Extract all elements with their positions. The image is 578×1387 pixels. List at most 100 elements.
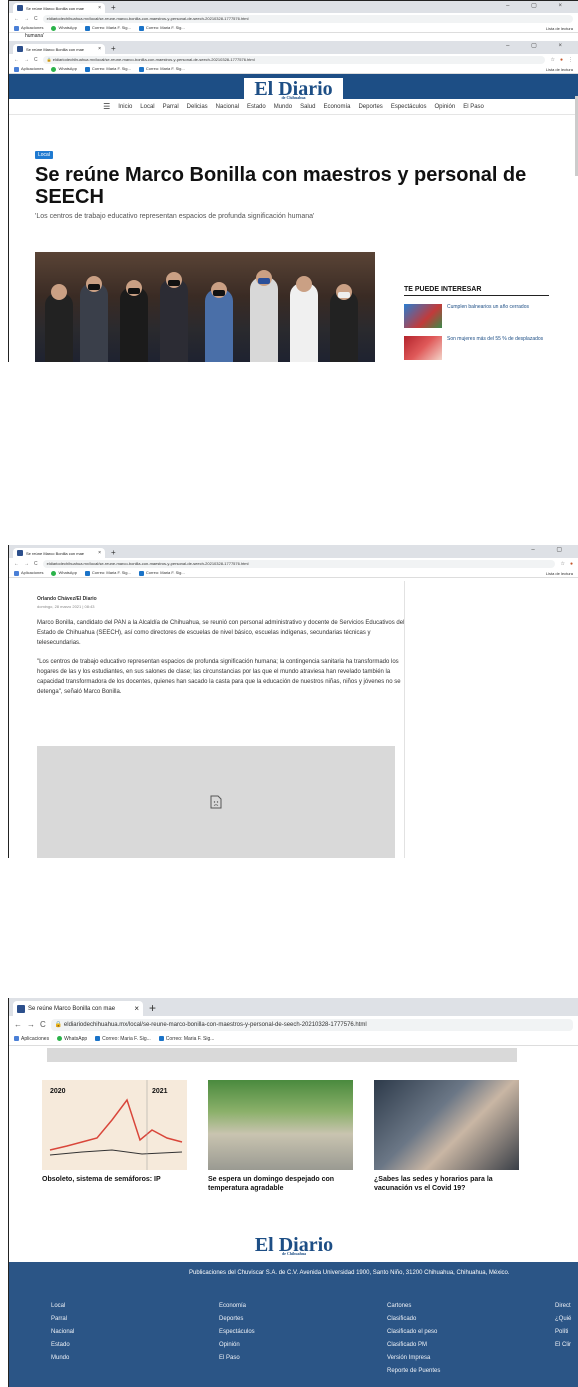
- reading-list[interactable]: Lista de lectura: [546, 26, 573, 31]
- reload-icon[interactable]: C: [34, 561, 38, 567]
- back-icon[interactable]: ←: [14, 1020, 22, 1029]
- footer-link[interactable]: Opinión: [219, 1339, 387, 1352]
- nav-nacional[interactable]: Nacional: [216, 104, 239, 110]
- back-icon[interactable]: ←: [14, 561, 19, 567]
- bookmark-whatsapp[interactable]: WhatsApp: [51, 25, 77, 31]
- nav-opinion[interactable]: Opinión: [435, 104, 456, 110]
- reload-icon[interactable]: C: [34, 57, 38, 63]
- bookmark-mail-1[interactable]: Correo: Maria F. Sig...: [84, 66, 131, 72]
- sidebar-item[interactable]: Cumplen balnearios un año cerrados: [404, 304, 549, 328]
- footer-link[interactable]: Reporte de Puentes: [387, 1365, 555, 1378]
- browser-tab[interactable]: Se reúne Marco Bonilla con mae ×: [13, 44, 105, 54]
- close-tab-icon[interactable]: ×: [98, 550, 101, 556]
- new-tab-icon[interactable]: +: [149, 1001, 156, 1016]
- window-controls[interactable]: – ▢ ×: [506, 42, 572, 49]
- nav-delicias[interactable]: Delicias: [187, 104, 208, 110]
- url-bar[interactable]: 🔒 eldiariodechihuahua.mx/local/se-reune-…: [50, 1018, 573, 1031]
- forward-icon[interactable]: →: [24, 16, 29, 22]
- nav-estado[interactable]: Estado: [247, 104, 266, 110]
- back-icon[interactable]: ←: [14, 57, 19, 63]
- nav-espectaculos[interactable]: Espectáculos: [391, 104, 427, 110]
- related-thumbnail-photo[interactable]: [208, 1080, 353, 1170]
- bookmark-mail-1[interactable]: Correo: Maria F. Sig...: [84, 570, 131, 576]
- bookmark-whatsapp[interactable]: WhatsApp: [51, 570, 77, 576]
- footer-logo[interactable]: El Diario de Chihuahua: [244, 1234, 344, 1262]
- browser-tab[interactable]: Se reúne Marco Bonilla con mae ×: [13, 3, 105, 13]
- footer-link[interactable]: Mundo: [51, 1352, 219, 1365]
- footer-link[interactable]: Clasificado PM: [387, 1339, 555, 1352]
- related-title[interactable]: ¿Sabes las sedes y horarios para la vacu…: [374, 1175, 519, 1193]
- star-icon[interactable]: ☆: [560, 561, 564, 567]
- related-card[interactable]: ¿Sabes las sedes y horarios para la vacu…: [374, 1080, 519, 1193]
- forward-icon[interactable]: →: [24, 57, 29, 63]
- footer-link[interactable]: Políti: [555, 1326, 578, 1339]
- menu-icon[interactable]: ⋮: [568, 57, 573, 63]
- media-placeholder[interactable]: [37, 746, 395, 858]
- bookmark-apps[interactable]: Aplicaciones: [14, 25, 43, 31]
- site-logo[interactable]: El Diario de Chihuahua: [244, 78, 343, 100]
- footer-link[interactable]: Economía: [219, 1300, 387, 1313]
- forward-icon[interactable]: →: [24, 561, 29, 567]
- footer-link[interactable]: Clasificado el peso: [387, 1326, 555, 1339]
- bookmark-mail-2[interactable]: Correo: Maria F. Sig...: [138, 66, 185, 72]
- footer-link[interactable]: El Clir: [555, 1339, 578, 1352]
- sidebar-item-title[interactable]: Cumplen balnearios un año cerrados: [447, 304, 529, 328]
- sidebar-item-title[interactable]: Son mujeres más del 55 % de desplazados: [447, 336, 543, 360]
- bookmark-apps[interactable]: Aplicaciones: [14, 570, 43, 576]
- star-icon[interactable]: ☆: [550, 57, 554, 63]
- browser-tab[interactable]: Se reúne Marco Bonilla con mae ×: [13, 548, 105, 558]
- nav-inicio[interactable]: Inicio: [118, 104, 132, 110]
- url-bar[interactable]: eldiariodechihuahua.mx/local/se-reune-ma…: [42, 14, 573, 23]
- new-tab-icon[interactable]: +: [111, 3, 116, 13]
- footer-link[interactable]: Espectáculos: [219, 1326, 387, 1339]
- close-tab-icon[interactable]: ×: [98, 5, 101, 11]
- related-thumbnail-chart[interactable]: 2020 2021: [42, 1080, 187, 1170]
- bookmark-mail-2[interactable]: Correo: Maria F. Sig...: [158, 1036, 214, 1042]
- bookmark-apps[interactable]: Aplicaciones: [14, 1036, 49, 1042]
- browser-tab[interactable]: Se reúne Marco Bonilla con mae ×: [13, 1001, 143, 1016]
- window-controls[interactable]: – ▢ ×: [506, 2, 572, 9]
- footer-link[interactable]: El Paso: [219, 1352, 387, 1365]
- url-bar[interactable]: 🔒 eldiariodechihuahua.mx/local/se-reune-…: [42, 55, 546, 64]
- related-thumbnail-photo[interactable]: [374, 1080, 519, 1170]
- sidebar-thumbnail[interactable]: [404, 336, 442, 360]
- back-icon[interactable]: ←: [14, 16, 19, 22]
- bookmark-whatsapp[interactable]: WhatsApp: [57, 1036, 87, 1042]
- window-controls[interactable]: – ▢: [531, 546, 572, 553]
- extension-icon[interactable]: ●: [560, 57, 563, 63]
- related-card[interactable]: Se espera un domingo despejado con tempe…: [208, 1080, 353, 1193]
- bookmark-mail-2[interactable]: Correo: Maria F. Sig...: [138, 25, 185, 31]
- footer-link[interactable]: Cartones: [387, 1300, 555, 1313]
- close-tab-icon[interactable]: ×: [134, 1004, 139, 1013]
- reload-icon[interactable]: C: [34, 16, 38, 22]
- url-bar[interactable]: eldiariodechihuahua.mx/local/se-reune-ma…: [42, 559, 556, 568]
- footer-link[interactable]: Deportes: [219, 1313, 387, 1326]
- bookmark-mail-2[interactable]: Correo: Maria F. Sig...: [138, 570, 185, 576]
- bookmark-mail-1[interactable]: Correo: Maria F. Sig...: [95, 1036, 151, 1042]
- footer-link[interactable]: Nacional: [51, 1326, 219, 1339]
- footer-link[interactable]: Local: [51, 1300, 219, 1313]
- nav-economia[interactable]: Economía: [323, 104, 350, 110]
- nav-mundo[interactable]: Mundo: [274, 104, 292, 110]
- nav-salud[interactable]: Salud: [300, 104, 315, 110]
- reload-icon[interactable]: C: [40, 1020, 46, 1029]
- close-tab-icon[interactable]: ×: [98, 46, 101, 52]
- bookmark-mail-1[interactable]: Correo: Maria F. Sig...: [84, 25, 131, 31]
- nav-local[interactable]: Local: [140, 104, 154, 110]
- new-tab-icon[interactable]: +: [111, 44, 116, 54]
- footer-link[interactable]: Parral: [51, 1313, 219, 1326]
- related-title[interactable]: Obsoleto, sistema de semáforos: IP: [42, 1175, 187, 1184]
- footer-link[interactable]: ¿Quié: [555, 1313, 578, 1326]
- extension-icon[interactable]: ●: [570, 561, 573, 567]
- bookmark-apps[interactable]: Aplicaciones: [14, 66, 43, 72]
- reading-list[interactable]: Lista de lectura: [546, 571, 573, 576]
- related-card[interactable]: 2020 2021 Obsoleto, sistema de semáforos…: [42, 1080, 187, 1193]
- section-badge[interactable]: Local: [35, 151, 53, 159]
- forward-icon[interactable]: →: [27, 1020, 35, 1029]
- related-title[interactable]: Se espera un domingo despejado con tempe…: [208, 1175, 353, 1193]
- sidebar-item[interactable]: Son mujeres más del 55 % de desplazados: [404, 336, 549, 360]
- new-tab-icon[interactable]: +: [111, 548, 116, 558]
- nav-el-paso[interactable]: El Paso: [463, 104, 484, 110]
- footer-link[interactable]: Estado: [51, 1339, 219, 1352]
- footer-link[interactable]: Versión Impresa: [387, 1352, 555, 1365]
